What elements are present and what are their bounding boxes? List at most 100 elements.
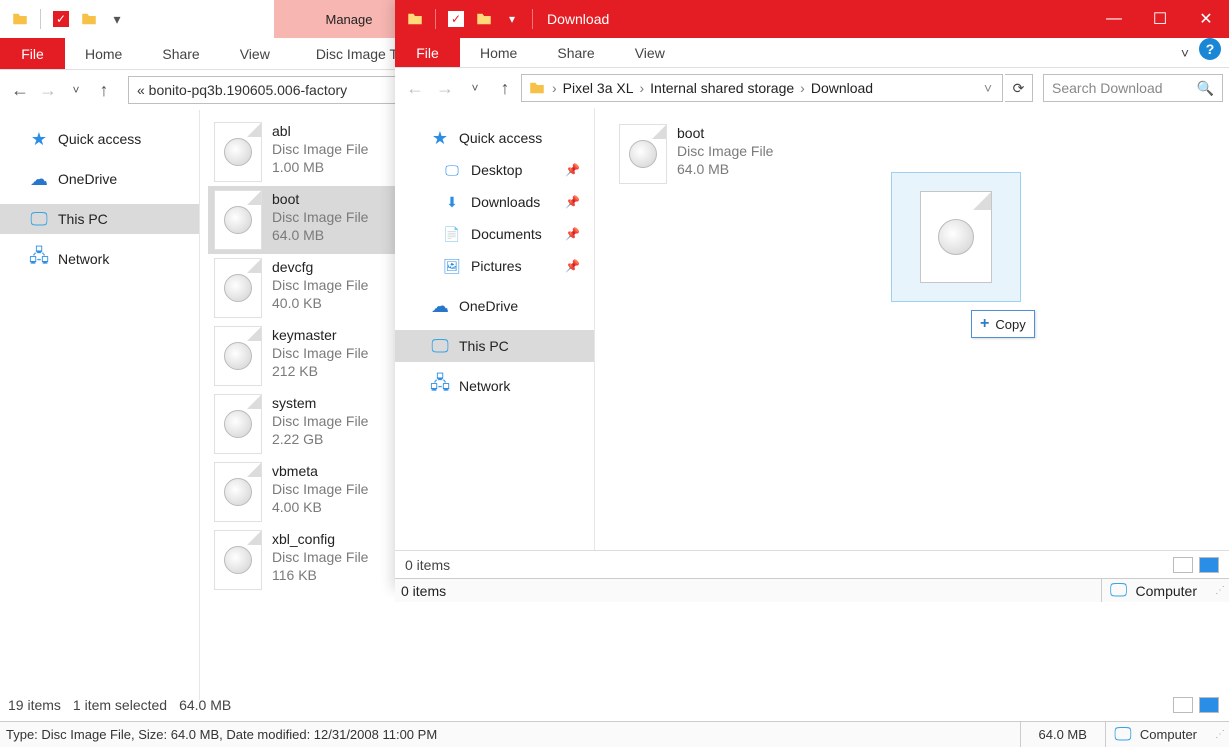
file-name: keymaster	[272, 326, 368, 344]
view-tiles-button[interactable]	[1199, 697, 1219, 713]
disc-image-icon	[619, 124, 667, 184]
back-button[interactable]: ←	[6, 76, 34, 104]
sidebar-item-label: Network	[459, 378, 510, 394]
monitor-icon: 🖵	[30, 210, 48, 228]
network-icon: 🖧	[431, 377, 449, 395]
status-item-count: 0 items	[405, 557, 450, 573]
qat-checkbox-icon[interactable]: ✓	[51, 9, 71, 29]
disc-image-icon	[920, 191, 992, 283]
resize-grip-icon[interactable]: ⋰	[1211, 729, 1229, 740]
forward-button[interactable]: →	[431, 74, 459, 102]
drop-hint-label: Copy	[995, 317, 1025, 332]
cloud-icon: ☁	[30, 170, 48, 188]
file-type: Disc Image File	[272, 412, 368, 430]
file-size: 116 KB	[272, 566, 368, 584]
view-tiles-button[interactable]	[1199, 557, 1219, 573]
status-tooltip: Type: Disc Image File, Size: 64.0 MB, Da…	[0, 727, 1020, 742]
file-size: 212 KB	[272, 362, 368, 380]
file-type: Disc Image File	[677, 142, 773, 160]
folder-icon	[474, 9, 494, 29]
sidebar-item-desktop[interactable]: 🖵 Desktop 📌	[395, 154, 594, 186]
ribbon-share-tab[interactable]: Share	[142, 38, 219, 69]
file-size: 64.0 MB	[272, 226, 368, 244]
sidebar-item-label: Quick access	[58, 131, 141, 147]
ribbon-file-tab[interactable]: File	[0, 38, 65, 69]
status-item-count: 19 items	[8, 697, 61, 713]
disc-image-icon	[214, 462, 262, 522]
window-title: Download	[547, 11, 609, 27]
file-size: 1.00 MB	[272, 158, 368, 176]
cloud-icon: ☁	[431, 297, 449, 315]
folder-icon	[10, 9, 30, 29]
ribbon-file-tab[interactable]: File	[395, 38, 460, 67]
network-icon: 🖧	[30, 250, 48, 268]
sidebar-item-label: Desktop	[471, 162, 522, 178]
status-location: 🖵 Computer	[1101, 579, 1211, 602]
resize-grip-icon[interactable]: ⋰	[1211, 585, 1229, 596]
qat-dropdown-icon[interactable]: ▾	[502, 9, 522, 29]
statusbar-b-1: 0 items	[395, 550, 1229, 578]
pin-icon: 📌	[565, 195, 584, 209]
chevron-right-icon[interactable]: ›	[548, 80, 561, 96]
ribbon-share-tab[interactable]: Share	[537, 38, 614, 67]
sidebar-item-this-pc[interactable]: 🖵 This PC	[0, 204, 199, 234]
ribbon-view-tab[interactable]: View	[220, 38, 290, 69]
file-list-b[interactable]: boot Disc Image File 64.0 MB + Copy	[595, 108, 1229, 550]
minimize-button[interactable]: —	[1091, 0, 1137, 38]
sidebar-item-downloads[interactable]: ⬇ Downloads 📌	[395, 186, 594, 218]
refresh-button[interactable]: ⟳	[1005, 74, 1033, 102]
status-size: 64.0 MB	[1020, 722, 1105, 747]
picture-icon: 🖼	[443, 257, 461, 275]
sidebar-item-onedrive[interactable]: ☁ OneDrive	[0, 164, 199, 194]
up-button[interactable]: ↑	[90, 76, 118, 104]
back-button[interactable]: ←	[401, 74, 429, 102]
search-input[interactable]: Search Download 🔍	[1043, 74, 1223, 102]
breadcrumb-segment[interactable]: Pixel 3a XL	[563, 80, 634, 96]
forward-button[interactable]: →	[34, 76, 62, 104]
file-type: Disc Image File	[272, 208, 368, 226]
sidebar-item-network[interactable]: 🖧 Network	[395, 370, 594, 402]
file-size: 40.0 KB	[272, 294, 368, 312]
statusbar-a-1: 19 items 1 item selected 64.0 MB	[8, 697, 231, 713]
disc-image-icon	[214, 326, 262, 386]
monitor-icon: 🖵	[1110, 582, 1128, 600]
sidebar-item-onedrive[interactable]: ☁ OneDrive	[395, 290, 594, 322]
status-location-label: Computer	[1140, 727, 1197, 742]
file-type: Disc Image File	[272, 140, 368, 158]
ribbon-home-tab[interactable]: Home	[460, 38, 537, 67]
chevron-right-icon[interactable]: ›	[796, 80, 809, 96]
file-type: Disc Image File	[272, 344, 368, 362]
recent-locations-button[interactable]: ˅	[461, 74, 489, 102]
ribbon-expand-button[interactable]: ˅	[1171, 38, 1199, 67]
view-details-button[interactable]	[1173, 557, 1193, 573]
address-dropdown-button[interactable]: ˅	[980, 80, 996, 96]
breadcrumb-segment[interactable]: Download	[811, 80, 873, 96]
up-button[interactable]: ↑	[491, 74, 519, 102]
maximize-button[interactable]: ☐	[1137, 0, 1183, 38]
disc-image-icon	[214, 394, 262, 454]
file-name: xbl_config	[272, 530, 368, 548]
help-button[interactable]: ?	[1199, 38, 1221, 60]
sidebar-item-quick-access[interactable]: ★ Quick access	[395, 122, 594, 154]
ribbon-home-tab[interactable]: Home	[65, 38, 142, 69]
titlebar-b[interactable]: ✓ ▾ Download — ☐ ✕	[395, 0, 1229, 38]
chevron-right-icon[interactable]: ›	[636, 80, 649, 96]
sidebar-item-network[interactable]: 🖧 Network	[0, 244, 199, 274]
close-button[interactable]: ✕	[1183, 0, 1229, 38]
qat-dropdown-icon[interactable]: ▾	[107, 9, 127, 29]
folder-icon	[405, 9, 425, 29]
ribbon-view-tab[interactable]: View	[615, 38, 685, 67]
recent-locations-button[interactable]: ˅	[62, 76, 90, 104]
plus-icon: +	[980, 315, 989, 333]
nav-pane-b: ★ Quick access 🖵 Desktop 📌 ⬇ Downloads 📌…	[395, 108, 595, 550]
qat-checkbox-icon[interactable]: ✓	[446, 9, 466, 29]
sidebar-item-documents[interactable]: 📄 Documents 📌	[395, 218, 594, 250]
view-details-button[interactable]	[1173, 697, 1193, 713]
file-size: 2.22 GB	[272, 430, 368, 448]
breadcrumb-segment[interactable]: Internal shared storage	[650, 80, 794, 96]
sidebar-item-this-pc[interactable]: 🖵 This PC	[395, 330, 594, 362]
status-item-count: 0 items	[395, 583, 1101, 599]
sidebar-item-quick-access[interactable]: ★ Quick access	[0, 124, 199, 154]
sidebar-item-pictures[interactable]: 🖼 Pictures 📌	[395, 250, 594, 282]
breadcrumb[interactable]: › Pixel 3a XL › Internal shared storage …	[521, 74, 1003, 102]
